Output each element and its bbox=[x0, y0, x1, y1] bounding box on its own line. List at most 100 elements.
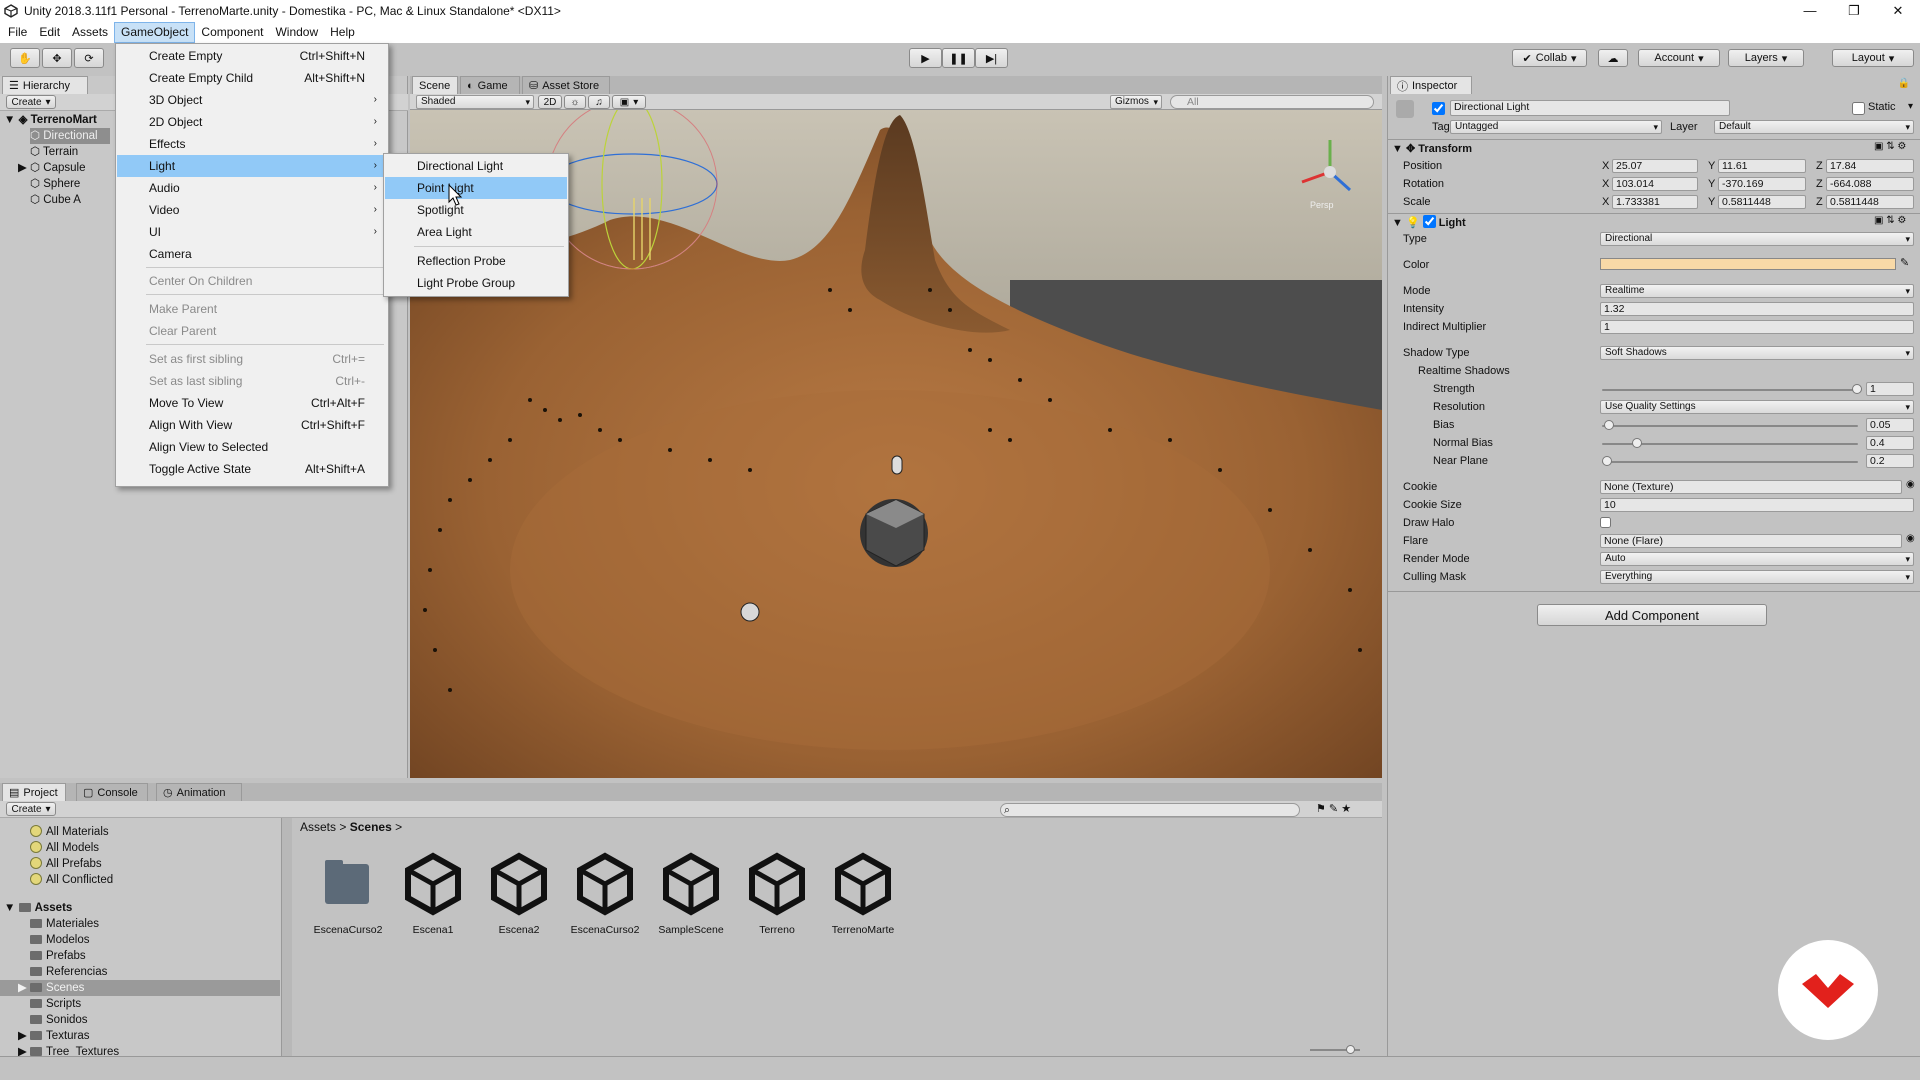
menu-item-3d-object[interactable]: 3D Object › bbox=[117, 89, 387, 111]
hierarchy-create-button[interactable]: Create ▾ bbox=[6, 95, 56, 109]
hierarchy-item[interactable]: ⬡ Cube A bbox=[30, 192, 81, 208]
position-z-field[interactable]: 17.84 bbox=[1826, 159, 1914, 173]
asset-item[interactable]: EscenaCurso2 bbox=[305, 848, 391, 936]
object-name-field[interactable]: Directional Light bbox=[1450, 100, 1730, 116]
menu-edit[interactable]: Edit bbox=[33, 22, 66, 43]
strength-field[interactable]: 1 bbox=[1866, 382, 1914, 396]
layer-dropdown[interactable]: Default bbox=[1714, 120, 1914, 134]
menu-item-move-to-view[interactable]: Move To View Ctrl+Alt+F bbox=[117, 392, 387, 414]
scale-x-field[interactable]: 1.733381 bbox=[1612, 195, 1698, 209]
tab-hierarchy[interactable]: ☰ Hierarchy bbox=[2, 76, 88, 94]
render-mode-dropdown[interactable]: Auto bbox=[1600, 552, 1914, 566]
play-button[interactable]: ▶ bbox=[909, 48, 942, 68]
step-button[interactable]: ▶| bbox=[975, 48, 1008, 68]
submenu-item-reflection-probe[interactable]: Reflection Probe bbox=[385, 250, 567, 272]
near-plane-field[interactable]: 0.2 bbox=[1866, 454, 1914, 468]
icon-size-knob[interactable] bbox=[1346, 1045, 1355, 1054]
folder-item[interactable]: Modelos bbox=[30, 932, 89, 948]
cookie-field[interactable]: None (Texture) bbox=[1600, 480, 1902, 494]
rotation-x-field[interactable]: 103.014 bbox=[1612, 177, 1698, 191]
static-dropdown-arrow[interactable]: ▾ bbox=[1908, 101, 1913, 112]
submenu-item-point-light[interactable]: Point Light bbox=[385, 177, 567, 199]
menu-gameobject[interactable]: GameObject bbox=[114, 22, 196, 43]
menu-item-2d-object[interactable]: 2D Object › bbox=[117, 111, 387, 133]
normal-bias-field[interactable]: 0.4 bbox=[1866, 436, 1914, 450]
culling-mask-dropdown[interactable]: Everything bbox=[1600, 570, 1914, 584]
indirect-multiplier-field[interactable]: 1 bbox=[1600, 320, 1914, 334]
intensity-field[interactable]: 1.32 bbox=[1600, 302, 1914, 316]
transform-header[interactable]: ▼ ✥ Transform bbox=[1392, 141, 1472, 157]
tab-asset-store[interactable]: ⛁ Asset Store bbox=[522, 76, 610, 94]
menu-component[interactable]: Component bbox=[195, 22, 269, 43]
position-y-field[interactable]: 11.61 bbox=[1718, 159, 1806, 173]
menu-item-create-empty-child[interactable]: Create Empty Child Alt+Shift+N bbox=[117, 67, 387, 89]
hierarchy-item[interactable]: ⬡ Terrain bbox=[30, 144, 78, 160]
pause-button[interactable]: ❚❚ bbox=[942, 48, 975, 68]
object-picker-icon[interactable]: ◉ bbox=[1906, 479, 1915, 490]
folder-item[interactable]: Sonidos bbox=[30, 1012, 88, 1028]
tab-inspector[interactable]: ⓘ Inspector bbox=[1390, 76, 1472, 94]
rotate-tool-button[interactable]: ⟳ bbox=[74, 48, 104, 68]
submenu-item-area-light[interactable]: Area Light bbox=[385, 221, 567, 243]
component-settings-icons[interactable]: ▣ ⇅ ⚙ bbox=[1874, 141, 1906, 152]
menu-assets[interactable]: Assets bbox=[66, 22, 114, 43]
favorite-item[interactable]: All Materials bbox=[30, 824, 109, 840]
tab-project[interactable]: ▤ Project bbox=[2, 783, 66, 801]
menu-item-align-with-view[interactable]: Align With View Ctrl+Shift+F bbox=[117, 414, 387, 436]
hierarchy-item[interactable]: ▶ ⬡ Capsule bbox=[18, 160, 86, 176]
asset-item[interactable]: SampleScene bbox=[648, 848, 734, 936]
light-enabled-checkbox[interactable] bbox=[1422, 215, 1436, 228]
scale-y-field[interactable]: 0.5811448 bbox=[1718, 195, 1806, 209]
project-create-button[interactable]: Create ▾ bbox=[6, 802, 56, 816]
close-icon[interactable]: ✕ bbox=[1876, 0, 1920, 22]
light-color-swatch[interactable] bbox=[1600, 258, 1896, 270]
hand-tool-button[interactable]: ✋ bbox=[10, 48, 40, 68]
light-header[interactable]: ▼ 💡 Light bbox=[1392, 215, 1466, 231]
project-search-input[interactable]: ⌕ bbox=[1000, 803, 1300, 817]
shading-dropdown[interactable]: Shaded bbox=[416, 95, 534, 109]
shadow-type-dropdown[interactable]: Soft Shadows bbox=[1600, 346, 1914, 360]
asset-item[interactable]: TerrenoMarte bbox=[820, 848, 906, 936]
collab-button[interactable]: ✔ Collab ▾ bbox=[1512, 49, 1587, 67]
menu-item-light[interactable]: Light › bbox=[117, 155, 387, 177]
favorite-item[interactable]: All Models bbox=[30, 840, 99, 856]
menu-item-video[interactable]: Video › bbox=[117, 199, 387, 221]
menu-item-audio[interactable]: Audio › bbox=[117, 177, 387, 199]
tab-animation[interactable]: ◷ Animation bbox=[156, 783, 242, 801]
menu-item-ui[interactable]: UI › bbox=[117, 221, 387, 243]
menu-item-toggle-active-state[interactable]: Toggle Active State Alt+Shift+A bbox=[117, 458, 387, 480]
breadcrumb-scenes[interactable]: Scenes bbox=[350, 820, 392, 834]
assets-root[interactable]: ▼ Assets bbox=[4, 900, 72, 916]
object-picker-icon[interactable]: ◉ bbox=[1906, 533, 1915, 544]
flare-field[interactable]: None (Flare) bbox=[1600, 534, 1902, 548]
tag-dropdown[interactable]: Untagged bbox=[1450, 120, 1662, 134]
rotation-z-field[interactable]: -664.088 bbox=[1826, 177, 1914, 191]
menu-item-create-empty[interactable]: Create Empty Ctrl+Shift+N bbox=[117, 45, 387, 67]
asset-item[interactable]: Terreno bbox=[734, 848, 820, 936]
active-checkbox[interactable] bbox=[1432, 102, 1445, 115]
minimize-icon[interactable]: — bbox=[1788, 0, 1832, 22]
menu-file[interactable]: File bbox=[2, 22, 33, 43]
add-component-button[interactable]: Add Component bbox=[1537, 604, 1767, 626]
scale-z-field[interactable]: 0.5811448 bbox=[1826, 195, 1914, 209]
menu-window[interactable]: Window bbox=[269, 22, 324, 43]
effects-dropdown[interactable]: ▣ ▾ bbox=[612, 95, 646, 109]
favorite-item[interactable]: All Prefabs bbox=[30, 856, 102, 872]
folder-item[interactable]: Materiales bbox=[30, 916, 99, 932]
static-checkbox[interactable] bbox=[1852, 102, 1865, 115]
light-type-dropdown[interactable]: Directional bbox=[1600, 232, 1914, 246]
resolution-dropdown[interactable]: Use Quality Settings bbox=[1600, 400, 1914, 414]
maximize-icon[interactable]: ❐ bbox=[1832, 0, 1876, 22]
menu-item-align-view-to-selected[interactable]: Align View to Selected bbox=[117, 436, 387, 458]
layers-dropdown[interactable]: Layers ▾ bbox=[1728, 49, 1804, 67]
hierarchy-item[interactable]: ⬡ Sphere bbox=[30, 176, 80, 192]
lighting-toggle[interactable]: ☼ bbox=[564, 95, 586, 109]
submenu-item-spotlight[interactable]: Spotlight bbox=[385, 199, 567, 221]
strength-slider[interactable] bbox=[1852, 384, 1862, 394]
hierarchy-item[interactable]: ⬡ Directional bbox=[30, 128, 110, 144]
favorite-item[interactable]: All Conflicted bbox=[30, 872, 113, 888]
near-plane-slider[interactable] bbox=[1602, 456, 1612, 466]
gizmos-dropdown[interactable]: Gizmos bbox=[1110, 95, 1162, 109]
cookie-size-field[interactable]: 10 bbox=[1600, 498, 1914, 512]
rotation-y-field[interactable]: -370.169 bbox=[1718, 177, 1806, 191]
